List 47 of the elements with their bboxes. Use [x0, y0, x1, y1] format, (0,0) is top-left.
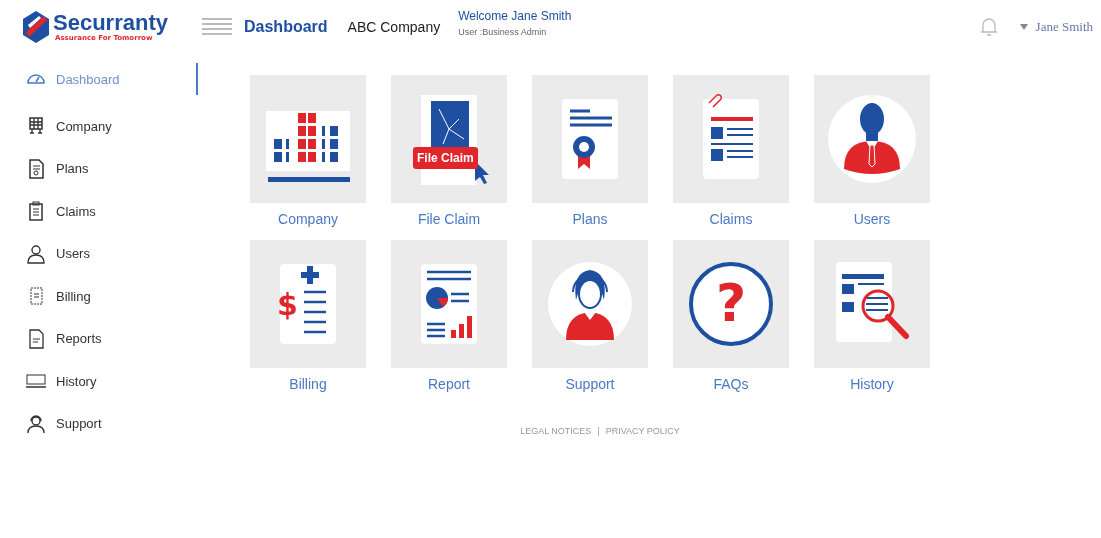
- user-menu[interactable]: Jane Smith: [1019, 19, 1093, 35]
- symbol-glyph: ?: [716, 277, 747, 329]
- sidebar-item[interactable]: Billing: [0, 275, 198, 318]
- tile-link[interactable]: Users: [853, 211, 891, 227]
- tile-button[interactable]: File Claim: [391, 75, 507, 203]
- tile-link[interactable]: History: [850, 376, 894, 392]
- menu-icon: [202, 17, 232, 37]
- tile-button[interactable]: [532, 75, 648, 203]
- file-claim-badge: File Claim: [413, 147, 478, 169]
- tile-button[interactable]: $: [250, 240, 366, 368]
- tile-link[interactable]: Report: [428, 376, 470, 392]
- tile-link[interactable]: Claims: [709, 211, 753, 227]
- company-name: ABC Company: [347, 19, 441, 35]
- sidebar-item[interactable]: Reports: [0, 317, 198, 360]
- tile-button[interactable]: [814, 240, 930, 368]
- separator: |: [597, 426, 600, 436]
- tile-button[interactable]: ?: [673, 240, 789, 368]
- tile-button[interactable]: [673, 75, 789, 203]
- sidebar-item[interactable]: Users: [0, 232, 198, 275]
- caret-icon: [1019, 24, 1028, 30]
- page-title: Dashboard: [244, 18, 328, 36]
- tile-link[interactable]: Company: [278, 211, 338, 227]
- person-icon: [25, 242, 47, 265]
- tile-button[interactable]: [532, 240, 648, 368]
- tile-link[interactable]: Plans: [572, 211, 608, 227]
- footer-link[interactable]: PRIVACY POLICY: [605, 426, 680, 436]
- welcome-text: Welcome Jane Smith: [458, 9, 572, 23]
- sidebar-item[interactable]: Dashboard: [0, 63, 198, 95]
- user-role: User :Business Admin: [458, 27, 548, 37]
- tile-button[interactable]: [391, 240, 507, 368]
- bell-icon: [979, 17, 998, 37]
- sidebar-item[interactable]: Claims: [0, 190, 198, 233]
- logo-name: Securranty: [53, 11, 168, 34]
- sidebar-item[interactable]: Company: [0, 105, 198, 148]
- logo-icon: [22, 10, 50, 44]
- tile-link[interactable]: File Claim: [417, 211, 481, 227]
- tile-button[interactable]: [250, 75, 366, 203]
- tile-link[interactable]: FAQs: [713, 376, 749, 392]
- sidebar-item[interactable]: Support: [0, 402, 198, 445]
- sidebar-item[interactable]: Plans: [0, 147, 198, 190]
- tile-link[interactable]: Support: [565, 376, 615, 392]
- symbol-glyph: $: [277, 290, 298, 320]
- tile-button[interactable]: [814, 75, 930, 203]
- tile-link[interactable]: Billing: [289, 376, 327, 392]
- sidebar-item[interactable]: History: [0, 360, 198, 403]
- headset-person-icon: [25, 412, 47, 435]
- footer-link[interactable]: LEGAL NOTICES: [520, 426, 592, 436]
